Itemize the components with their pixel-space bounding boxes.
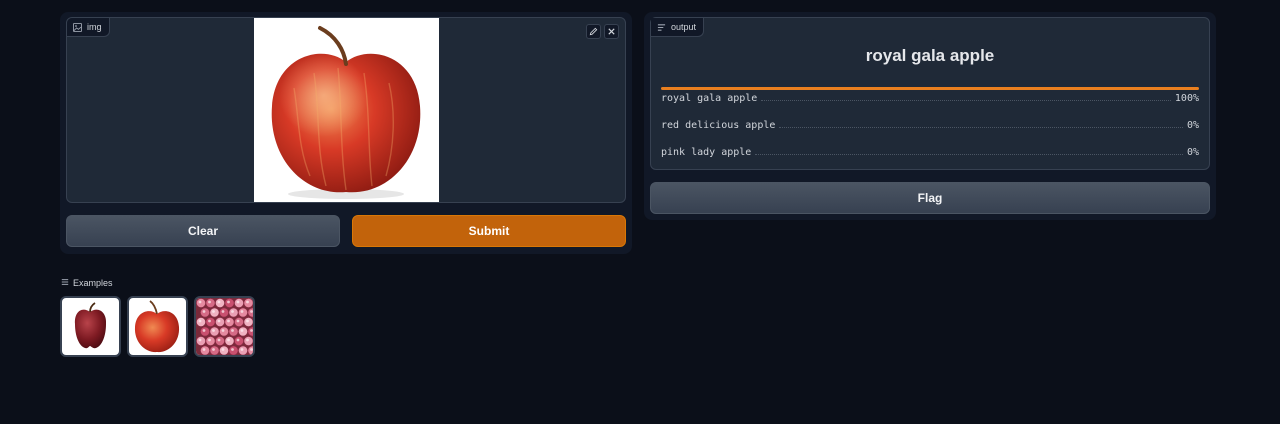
confidence-list: royal gala apple 100% red delicious appl… <box>661 87 1199 168</box>
label-icon <box>657 23 666 32</box>
confidence-label: red delicious apple <box>661 120 776 131</box>
predicted-label: royal gala apple <box>865 46 995 65</box>
confidence-label: pink lady apple <box>661 147 752 158</box>
input-panel: img Clear Submit <box>60 12 632 254</box>
example-thumbnail-pink-lady[interactable] <box>194 296 255 357</box>
dotted-leader <box>755 154 1183 155</box>
confidence-item: red delicious apple 0% <box>661 114 1199 141</box>
output-label-text: output <box>671 22 697 32</box>
image-toolbar <box>586 24 619 39</box>
examples-label-text: Examples <box>73 278 113 288</box>
example-thumbnail-royal-gala[interactable] <box>127 296 188 357</box>
output-block-label: output <box>651 18 705 37</box>
close-icon <box>607 23 616 41</box>
confidence-bar <box>661 141 1199 144</box>
confidence-item: royal gala apple 100% <box>661 87 1199 114</box>
image-icon <box>73 22 82 32</box>
uploaded-image <box>254 18 439 202</box>
example-thumbnail-red-delicious[interactable] <box>60 296 121 357</box>
confidence-label: royal gala apple <box>661 93 758 104</box>
confidence-value: 0% <box>1186 147 1199 158</box>
edit-button[interactable] <box>586 24 601 39</box>
image-label-text: img <box>87 22 102 32</box>
image-block-label: img <box>67 18 110 37</box>
confidence-item: pink lady apple 0% <box>661 141 1199 168</box>
confidence-bar <box>661 114 1199 117</box>
examples-header: Examples <box>61 278 113 288</box>
clear-button[interactable]: Clear <box>66 215 340 247</box>
image-input[interactable]: img <box>66 17 626 203</box>
edit-icon <box>589 23 598 41</box>
list-icon <box>61 278 69 288</box>
confidence-value: 100% <box>1174 93 1199 104</box>
dotted-leader <box>761 100 1171 101</box>
output-panel: output royal gala apple royal gala apple… <box>644 12 1216 220</box>
confidence-value: 0% <box>1186 120 1199 131</box>
clear-image-button[interactable] <box>604 24 619 39</box>
flag-button[interactable]: Flag <box>650 182 1210 214</box>
dotted-leader <box>779 127 1183 128</box>
submit-button[interactable]: Submit <box>352 215 626 247</box>
confidence-bar <box>661 87 1199 90</box>
output-label-box: output royal gala apple royal gala apple… <box>650 17 1210 170</box>
